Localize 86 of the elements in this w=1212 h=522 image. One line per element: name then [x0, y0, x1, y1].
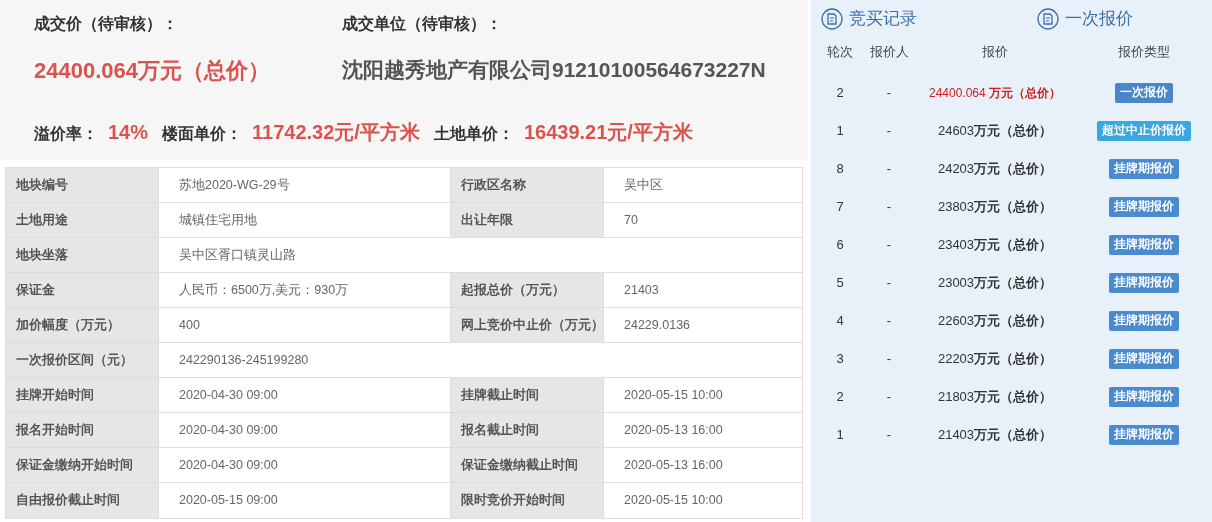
round-number: 8	[835, 160, 845, 179]
bid-type-badge: 挂牌期报价	[1109, 387, 1179, 407]
stat-label: 楼面单价：	[162, 124, 243, 144]
bid-type-badge: 挂牌期报价	[1109, 159, 1179, 179]
bid-type-badge: 挂牌期报价	[1109, 311, 1179, 331]
round-number: 2	[835, 388, 845, 407]
field-label: 保证金	[6, 273, 159, 307]
field-label: 一次报价区间（元）	[6, 343, 159, 377]
bid-price: 22603万元（总价）	[936, 312, 1054, 331]
field-value: 242290136-245199280	[178, 351, 310, 369]
stat-label: 土地单价：	[433, 124, 514, 144]
field-label: 土地用途	[6, 203, 159, 237]
field-label: 地块坐落	[6, 238, 159, 272]
document-icon	[821, 8, 843, 30]
field-value: 24229.0136	[623, 316, 692, 334]
round-number: 6	[835, 236, 845, 255]
deal-price: 24400.064万元（总价）	[34, 57, 271, 85]
stat-label: 溢价率：	[34, 124, 98, 144]
field-label: 保证金缴纳开始时间	[6, 448, 159, 482]
bid-type-badge: 挂牌期报价	[1109, 349, 1179, 369]
field-label: 地块编号	[6, 168, 159, 202]
field-value: 2020-05-13 16:00	[623, 421, 724, 439]
bidder: -	[885, 274, 893, 293]
bid-price: 24400.064 万元（总价）	[927, 85, 1063, 102]
bid-price: 24203万元（总价）	[936, 160, 1054, 179]
round-number: 3	[835, 350, 845, 369]
bidder: -	[885, 350, 893, 369]
field-value: 21403	[623, 281, 660, 299]
document-icon	[1037, 8, 1059, 30]
bid-type-badge: 超过中止价报价	[1097, 121, 1191, 141]
bid-price: 22203万元（总价）	[936, 350, 1054, 369]
stat-value: 16439.21元/平方米	[523, 120, 693, 145]
section-tab[interactable]: 竞买记录	[821, 6, 1037, 32]
field-value: 70	[623, 211, 639, 229]
field-label: 行政区名称	[451, 168, 604, 202]
price-label: 成交价（待审核）：	[34, 14, 179, 34]
bidder: -	[885, 312, 893, 331]
round-number: 4	[835, 312, 845, 331]
bid-type-badge: 挂牌期报价	[1109, 425, 1179, 445]
buyer-label: 成交单位（待审核）：	[342, 14, 503, 34]
section-tab[interactable]: 一次报价	[1037, 6, 1212, 32]
bidder: -	[885, 84, 893, 103]
bid-type-badge: 挂牌期报价	[1109, 235, 1179, 255]
field-value: 2020-05-15 10:00	[623, 386, 724, 404]
stat-value: 11742.32元/平方米	[252, 120, 420, 145]
field-label: 挂牌截止时间	[451, 378, 604, 412]
bid-type-badge: 挂牌期报价	[1109, 273, 1179, 293]
field-label: 加价幅度（万元）	[6, 308, 159, 342]
field-label: 网上竞价中止价（万元）	[451, 308, 604, 342]
field-label: 保证金缴纳截止时间	[451, 448, 604, 482]
bidder: -	[885, 388, 893, 407]
field-label: 挂牌开始时间	[6, 378, 159, 412]
field-value: 吴中区胥口镇灵山路	[178, 246, 297, 264]
field-label: 限时竞价开始时间	[451, 483, 604, 518]
field-label: 报名截止时间	[451, 413, 604, 447]
bidder: -	[885, 160, 893, 179]
round-number: 2	[835, 84, 845, 103]
bidder: -	[885, 236, 893, 255]
round-number: 5	[835, 274, 845, 293]
bid-price: 21803万元（总价）	[936, 388, 1054, 407]
bidder: -	[885, 198, 893, 217]
buyer-name: 沈阳越秀地产有限公司91210100564673227N	[342, 57, 766, 83]
round-number: 1	[835, 426, 845, 445]
field-label: 报名开始时间	[6, 413, 159, 447]
bid-price: 24603万元（总价）	[936, 122, 1054, 141]
bid-price: 23403万元（总价）	[936, 236, 1054, 255]
field-value: 2020-05-15 10:00	[623, 492, 724, 510]
round-number: 1	[835, 122, 845, 141]
field-value: 吴中区	[623, 176, 664, 194]
bid-price: 23003万元（总价）	[936, 274, 1054, 293]
bid-type-badge: 一次报价	[1115, 83, 1173, 103]
field-label: 出让年限	[451, 203, 604, 237]
field-value: 2020-05-13 16:00	[623, 456, 724, 474]
column-header: 报价人	[869, 43, 909, 61]
bid-type-badge: 挂牌期报价	[1109, 197, 1179, 217]
field-label: 起报总价（万元）	[451, 273, 604, 307]
column-header: 报价类型	[1117, 43, 1171, 61]
field-label: 自由报价截止时间	[6, 483, 159, 518]
bid-price: 23803万元（总价）	[936, 198, 1054, 217]
bidder: -	[885, 122, 893, 141]
column-header: 报价	[981, 43, 1009, 61]
bid-price: 21403万元（总价）	[936, 426, 1054, 445]
stat-value: 14%	[108, 120, 149, 145]
round-number: 7	[835, 198, 845, 217]
bidder: -	[885, 426, 893, 445]
column-header: 轮次	[826, 43, 854, 61]
